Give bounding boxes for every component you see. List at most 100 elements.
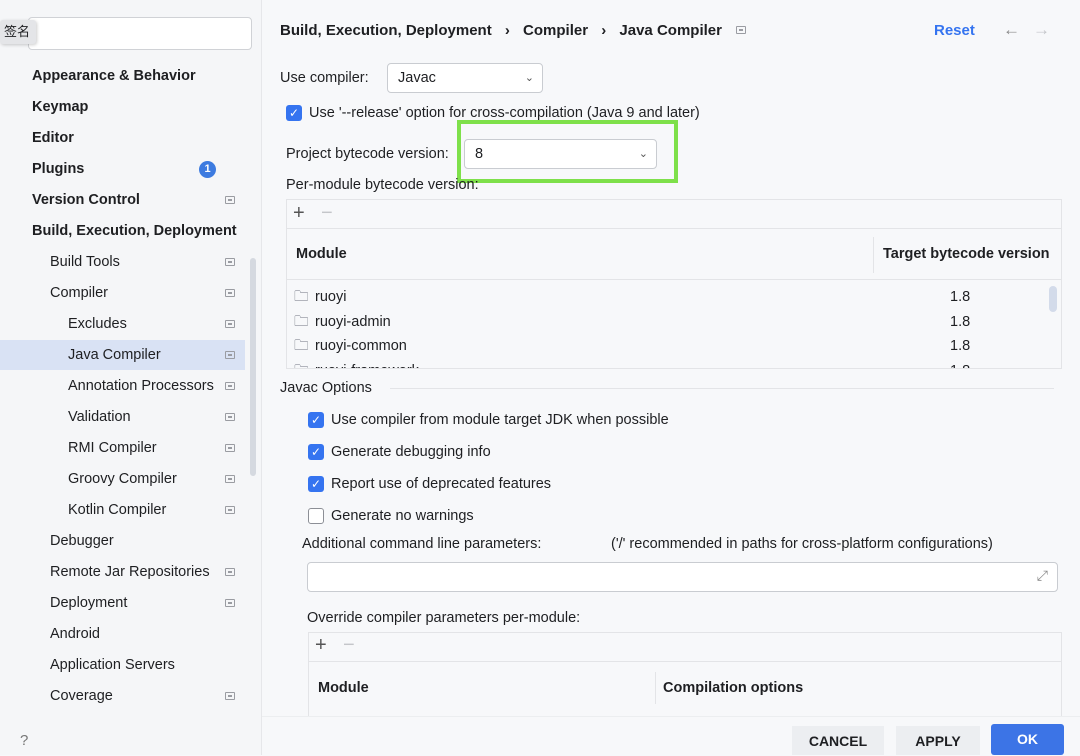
sidebar-item[interactable]: Build Tools: [0, 247, 245, 277]
sidebar-item[interactable]: Java Compiler: [0, 340, 245, 370]
sidebar-item[interactable]: Application Servers: [0, 650, 245, 680]
chevron-down-icon: ⌄: [638, 148, 648, 160]
target-version: 1.8: [950, 338, 971, 354]
use-compiler-select[interactable]: Javac ⌄: [387, 63, 543, 93]
table-header: Module Compilation options: [309, 661, 1061, 713]
sidebar-item-label: Debugger: [50, 533, 114, 549]
pin-icon: [225, 444, 235, 452]
cancel-button[interactable]: CANCEL: [792, 726, 884, 755]
table-row[interactable]: 🗀 ruoyi-admin 1.8: [287, 310, 1047, 334]
pin-icon: [225, 568, 235, 576]
reset-link[interactable]: Reset: [934, 22, 975, 39]
sidebar-item-label: Android: [50, 626, 100, 642]
sidebar-item[interactable]: Coverage: [0, 681, 245, 711]
expand-icon[interactable]: ⤢: [1037, 567, 1048, 584]
sidebar-item-label: Build, Execution, Deployment: [32, 223, 237, 239]
sidebar-item-label: Coverage: [50, 688, 113, 704]
sidebar-item[interactable]: Appearance & Behavior: [0, 61, 245, 91]
additional-params-label: Additional command line parameters:: [302, 536, 542, 552]
help-button[interactable]: ?: [20, 732, 28, 749]
javac-options-title: Javac Options: [280, 380, 372, 396]
remove-icon[interactable]: −: [343, 634, 355, 657]
table-row[interactable]: 🗀 ruoyi 1.8: [287, 285, 1047, 309]
sidebar-item-label: Groovy Compiler: [68, 471, 177, 487]
sidebar-item[interactable]: Version Control: [0, 185, 245, 215]
table-row[interactable]: 🗀 ruoyi-common 1.8: [287, 334, 1047, 358]
pin-icon: [225, 413, 235, 421]
option-checkbox[interactable]: [308, 508, 324, 524]
sidebar-item[interactable]: Keymap: [0, 92, 245, 122]
breadcrumb-item[interactable]: Build, Execution, Deployment: [280, 22, 492, 39]
additional-params-hint: ('/' recommended in paths for cross-plat…: [611, 536, 993, 552]
breadcrumb-item[interactable]: Compiler: [523, 22, 588, 39]
chevron-down-icon: ⌄: [524, 72, 534, 84]
module-folder-icon: 🗀: [294, 313, 309, 330]
ok-button[interactable]: OK: [991, 724, 1064, 755]
sidebar-scrollbar[interactable]: [250, 258, 256, 476]
release-option-label: Use '--release' option for cross-compila…: [309, 105, 700, 121]
column-header-target[interactable]: Target bytecode version: [883, 246, 1050, 262]
pin-icon: [225, 475, 235, 483]
target-version: 1.8: [950, 313, 971, 330]
sidebar-item[interactable]: Kotlin Compiler: [0, 495, 245, 525]
pin-icon: [225, 506, 235, 514]
table-header: Module Target bytecode version: [287, 228, 1061, 280]
sidebar-item-label: Build Tools: [50, 254, 120, 270]
pin-icon: [225, 599, 235, 607]
sidebar-item-label: Excludes: [68, 316, 127, 332]
sidebar-item[interactable]: Deployment: [0, 588, 245, 618]
sidebar-item-label: Java Compiler: [68, 347, 161, 363]
sidebar-item-label: Annotation Processors: [68, 378, 214, 394]
sidebar-item-label: Application Servers: [50, 657, 175, 673]
sidebar-item[interactable]: Android: [0, 619, 245, 649]
sidebar-item-label: Editor: [32, 130, 74, 146]
sidebar-item[interactable]: Build, Execution, Deployment: [0, 216, 245, 246]
sidebar-item[interactable]: Remote Jar Repositories: [0, 557, 245, 587]
sidebar-item[interactable]: RMI Compiler: [0, 433, 245, 463]
table-row[interactable]: 🗀 ruoyi-framework 1.8: [287, 359, 1047, 369]
settings-search-input[interactable]: [28, 17, 252, 50]
sidebar-item[interactable]: Debugger: [0, 526, 245, 556]
option-checkbox[interactable]: ✓: [308, 476, 324, 492]
add-icon[interactable]: +: [315, 634, 327, 657]
tooltip: 签名: [0, 20, 36, 44]
column-header-options[interactable]: Compilation options: [663, 680, 803, 696]
module-folder-icon: 🗀: [294, 359, 309, 369]
additional-params-input[interactable]: ⤢: [307, 562, 1058, 592]
option-checkbox[interactable]: ✓: [308, 412, 324, 428]
bytecode-version-select[interactable]: 8 ⌄: [464, 139, 657, 169]
remove-icon[interactable]: −: [321, 202, 333, 225]
column-header-module[interactable]: Module: [296, 246, 347, 262]
sidebar-item-label: Version Control: [32, 192, 140, 208]
add-icon[interactable]: +: [293, 202, 305, 225]
module-name: ruoyi-admin: [315, 313, 391, 330]
release-option-checkbox[interactable]: ✓: [286, 105, 302, 121]
sidebar-item[interactable]: Plugins 1: [0, 154, 245, 184]
bytecode-version-value: 8: [475, 146, 484, 162]
sidebar-item[interactable]: Compiler: [0, 278, 245, 308]
sidebar-item-label: Appearance & Behavior: [32, 68, 196, 84]
breadcrumb: Build, Execution, Deployment › Compiler …: [280, 22, 747, 39]
option-label: Generate no warnings: [331, 508, 474, 524]
table-scrollbar[interactable]: [1049, 286, 1057, 312]
sidebar-item-label: Deployment: [50, 595, 128, 611]
sidebar-item[interactable]: Validation: [0, 402, 245, 432]
forward-arrow-icon[interactable]: →: [1033, 20, 1050, 40]
option-checkbox[interactable]: ✓: [308, 444, 324, 460]
target-version: 1.8: [950, 289, 971, 305]
pin-icon: [225, 320, 235, 328]
sidebar-item-label: Keymap: [32, 99, 89, 115]
back-arrow-icon[interactable]: ←: [1003, 20, 1020, 40]
sidebar-item-label: Kotlin Compiler: [68, 502, 167, 518]
column-header-module[interactable]: Module: [318, 680, 369, 696]
sidebar-item-label: Validation: [68, 409, 131, 425]
breadcrumb-item: Java Compiler: [619, 22, 722, 39]
sidebar-item[interactable]: Excludes: [0, 309, 245, 339]
apply-button[interactable]: APPLY: [896, 726, 980, 755]
sidebar-item[interactable]: Editor: [0, 123, 245, 153]
use-compiler-label: Use compiler:: [280, 70, 369, 86]
override-label: Override compiler parameters per-module:: [307, 610, 581, 626]
pin-icon: [225, 289, 235, 297]
sidebar-item[interactable]: Groovy Compiler: [0, 464, 245, 494]
sidebar-item[interactable]: Annotation Processors: [0, 371, 245, 401]
